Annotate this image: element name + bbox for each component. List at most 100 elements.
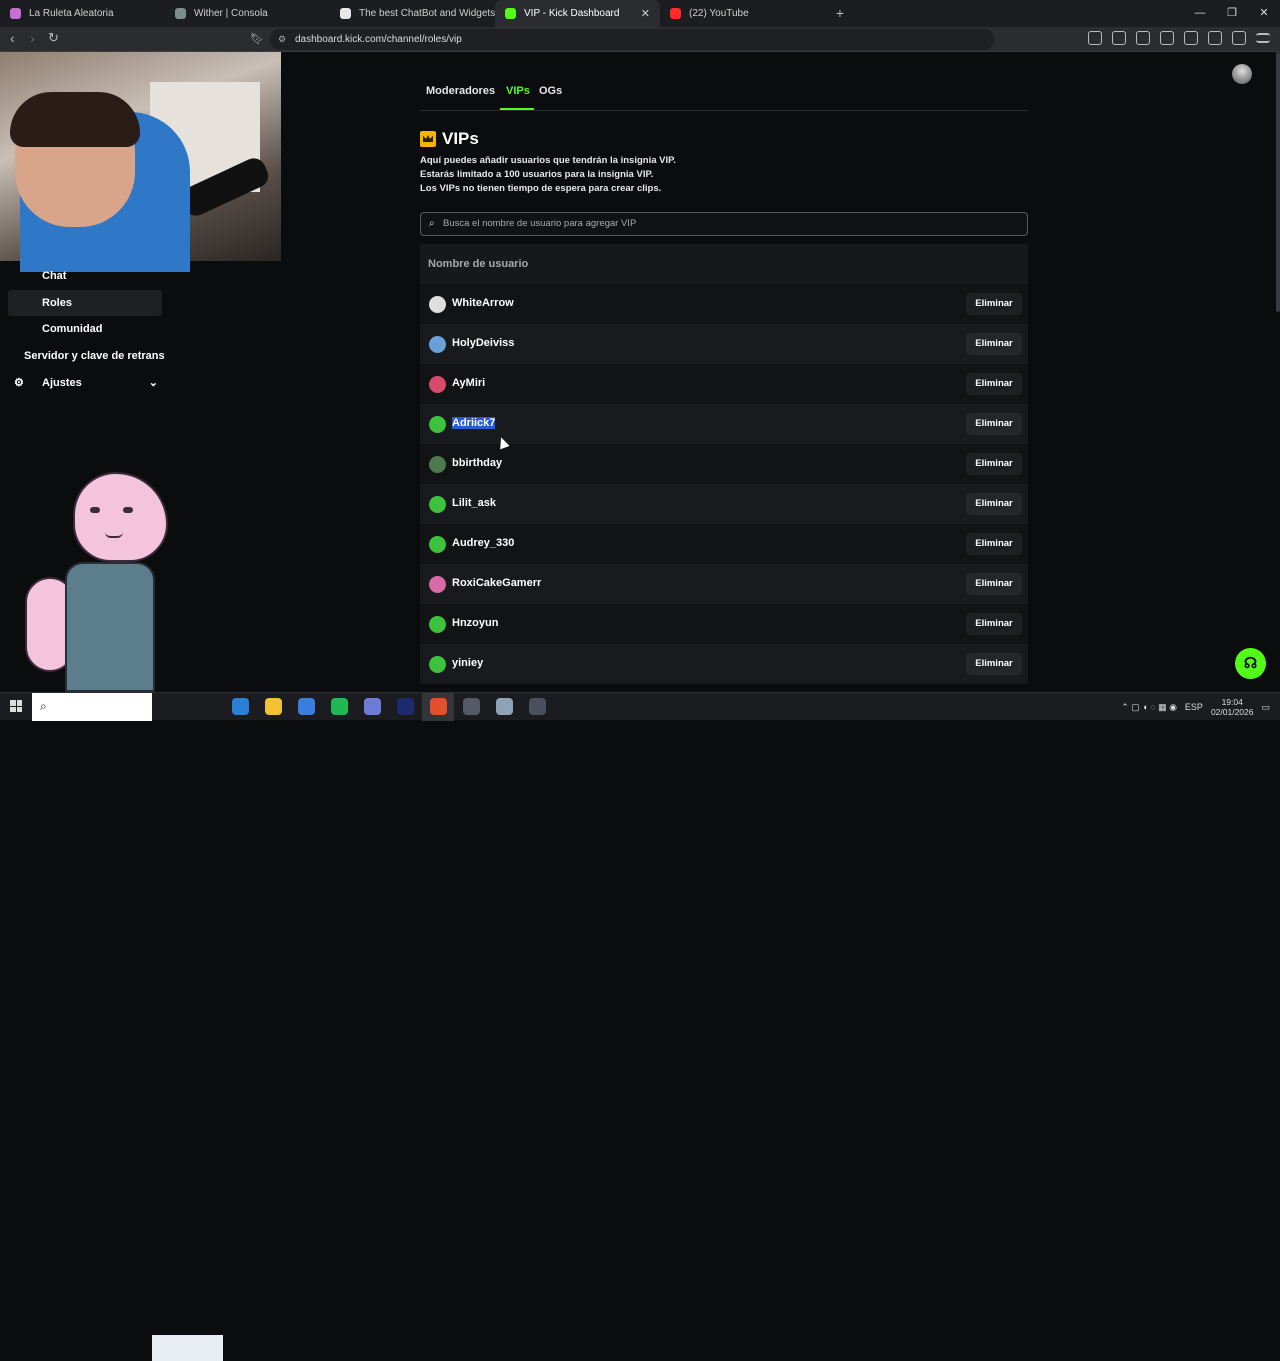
url-field[interactable]: ⚙ dashboard.kick.com/channel/roles/vip xyxy=(270,29,994,50)
crown-icon xyxy=(420,131,436,147)
table-row: AyMiri Eliminar xyxy=(420,364,1028,404)
language-indicator[interactable]: ESP xyxy=(1185,702,1203,712)
user-avatar xyxy=(429,336,446,353)
taskbar-app-icon[interactable] xyxy=(364,698,381,715)
user-avatar xyxy=(429,416,446,433)
sidebar-item-roles[interactable]: Roles xyxy=(8,289,162,316)
dashboard-page: Chat Roles Comunidad Servidor y clave de r… xyxy=(0,52,1280,692)
browser-tab[interactable]: (22) YouTube xyxy=(660,0,825,27)
screenshot-icon[interactable] xyxy=(1112,31,1126,45)
address-bar-row: ‹ › ↻ 🔖︎ ⚙ dashboard.kick.com/channel/ro… xyxy=(0,27,1280,52)
remove-vip-button[interactable]: Eliminar xyxy=(966,533,1022,555)
user-avatar xyxy=(429,616,446,633)
vpn-icon[interactable] xyxy=(1232,31,1246,45)
tab-moderators[interactable]: Moderadores xyxy=(426,85,495,97)
reload-button[interactable]: ↻ xyxy=(48,30,59,46)
table-row: Adriick7 Eliminar xyxy=(420,404,1028,444)
remove-vip-button[interactable]: Eliminar xyxy=(966,333,1022,355)
remove-vip-button[interactable]: Eliminar xyxy=(966,373,1022,395)
table-row: Audrey_330 Eliminar xyxy=(420,524,1028,564)
taskbar-app-icon[interactable] xyxy=(265,698,282,715)
remove-vip-button[interactable]: Eliminar xyxy=(966,293,1022,315)
tab-favicon-icon xyxy=(340,8,351,19)
forward-button[interactable]: › xyxy=(30,30,35,46)
taskbar-search[interactable]: ⌕ xyxy=(32,693,152,721)
user-avatar xyxy=(429,576,446,593)
remove-vip-button[interactable]: Eliminar xyxy=(966,613,1022,635)
sidebar-item-settings[interactable]: ⚙ Ajustes ⌄ xyxy=(8,370,162,396)
tray-icons[interactable]: ⌃ ▢ ◖ ◌ ▦ ◉ xyxy=(1121,702,1177,713)
vip-search-input[interactable]: ⌕ Busca el nombre de usuario para agrega… xyxy=(420,212,1028,236)
tab-favicon-icon xyxy=(10,8,21,19)
description-line: Los VIPs no tienen tiempo de espera para… xyxy=(420,183,662,194)
vip-content: Moderadores VIPs OGs VIPs Aquí puedes añ… xyxy=(420,52,1028,684)
active-tab-indicator xyxy=(500,108,534,110)
taskbar-app-icon[interactable] xyxy=(463,698,480,715)
remove-vip-button[interactable]: Eliminar xyxy=(966,413,1022,435)
user-avatar xyxy=(429,496,446,513)
media-icon[interactable] xyxy=(1136,31,1150,45)
user-avatar xyxy=(429,456,446,473)
username: RoxiCakeGamerr xyxy=(452,577,542,589)
sidebar-item-label: Roles xyxy=(42,296,72,309)
page-scrollbar[interactable] xyxy=(1276,52,1280,312)
browser-tab[interactable]: Wither | Consola xyxy=(165,0,330,27)
browser-tab[interactable]: VIP - Kick Dashboard ✕ xyxy=(495,0,660,27)
sidebar-item-comunidad[interactable]: Comunidad xyxy=(8,316,162,342)
taskbar-app-icon[interactable] xyxy=(430,698,447,715)
remove-vip-button[interactable]: Eliminar xyxy=(966,453,1022,475)
browser-extensions xyxy=(1088,31,1270,45)
close-tab-icon[interactable]: ✕ xyxy=(641,7,650,20)
browser-tab[interactable]: The best ChatBot and Widgets for Ki xyxy=(330,0,495,27)
sidebar-icon[interactable] xyxy=(1160,31,1174,45)
taskbar-app-icon[interactable] xyxy=(232,698,249,715)
username: Hnzoyun xyxy=(452,617,499,629)
remove-vip-button[interactable]: Eliminar xyxy=(966,573,1022,595)
avatar-head xyxy=(73,472,168,562)
avatar-eye xyxy=(90,507,100,513)
table-row: HolyDeiviss Eliminar xyxy=(420,324,1028,364)
description-line: Estarás limitado a 100 usuarios para la … xyxy=(420,169,654,180)
taskbar-app-icon[interactable] xyxy=(397,698,414,715)
bookmark-icon[interactable]: 🔖︎ xyxy=(250,32,264,45)
window-controls: — ❐ ✕ xyxy=(1184,0,1280,27)
menu-icon[interactable] xyxy=(1256,33,1270,43)
close-window-button[interactable]: ✕ xyxy=(1248,0,1280,27)
streamer-hair xyxy=(10,92,140,147)
remove-vip-button[interactable]: Eliminar xyxy=(966,653,1022,675)
table-row: WhiteArrow Eliminar xyxy=(420,284,1028,324)
sidebar-item-stream-key[interactable]: Servidor y clave de retrans xyxy=(8,343,178,369)
profile-avatar[interactable] xyxy=(1232,64,1252,84)
browser-tab[interactable]: La Ruleta Aleatoria xyxy=(0,0,165,27)
site-settings-icon[interactable]: ⚙ xyxy=(278,29,286,50)
sidebar-item-label: Comunidad xyxy=(42,323,103,336)
search-placeholder: Busca el nombre de usuario para agregar … xyxy=(443,218,637,229)
new-tab-button[interactable]: + xyxy=(825,0,855,27)
username: Lilit_ask xyxy=(452,497,497,509)
taskbar-app-icon[interactable] xyxy=(298,698,315,715)
clock[interactable]: 19:04 02/01/2026 xyxy=(1211,697,1254,717)
leo-icon[interactable] xyxy=(1208,31,1222,45)
taskbar-app-icon[interactable] xyxy=(529,698,546,715)
tab-favicon-icon xyxy=(670,8,681,19)
windows-start-icon[interactable] xyxy=(10,700,22,712)
table-row: Lilit_ask Eliminar xyxy=(420,484,1028,524)
minimize-button[interactable]: — xyxy=(1184,0,1216,27)
tab-ogs[interactable]: OGs xyxy=(539,85,562,97)
back-button[interactable]: ‹ xyxy=(10,30,15,46)
extensions-icon[interactable] xyxy=(1088,31,1102,45)
remove-vip-button[interactable]: Eliminar xyxy=(966,493,1022,515)
table-row: Hnzoyun Eliminar xyxy=(420,604,1028,644)
help-support-button[interactable]: ☊ xyxy=(1235,648,1266,679)
chevron-down-icon: ⌄ xyxy=(148,376,158,389)
maximize-button[interactable]: ❐ xyxy=(1216,0,1248,27)
sidebar-item-chat[interactable]: Chat xyxy=(8,263,162,289)
tab-vips[interactable]: VIPs xyxy=(506,85,530,97)
taskbar-app-icon[interactable] xyxy=(496,698,513,715)
taskbar-app-icon[interactable] xyxy=(331,698,348,715)
sidebar-item-label: Chat xyxy=(42,270,67,282)
username: WhiteArrow xyxy=(452,297,514,309)
notification-icon[interactable]: ▭ xyxy=(1261,702,1270,713)
wallet-icon[interactable] xyxy=(1184,31,1198,45)
description-line: Aquí puedes añadir usuarios que tendrán … xyxy=(420,155,676,166)
